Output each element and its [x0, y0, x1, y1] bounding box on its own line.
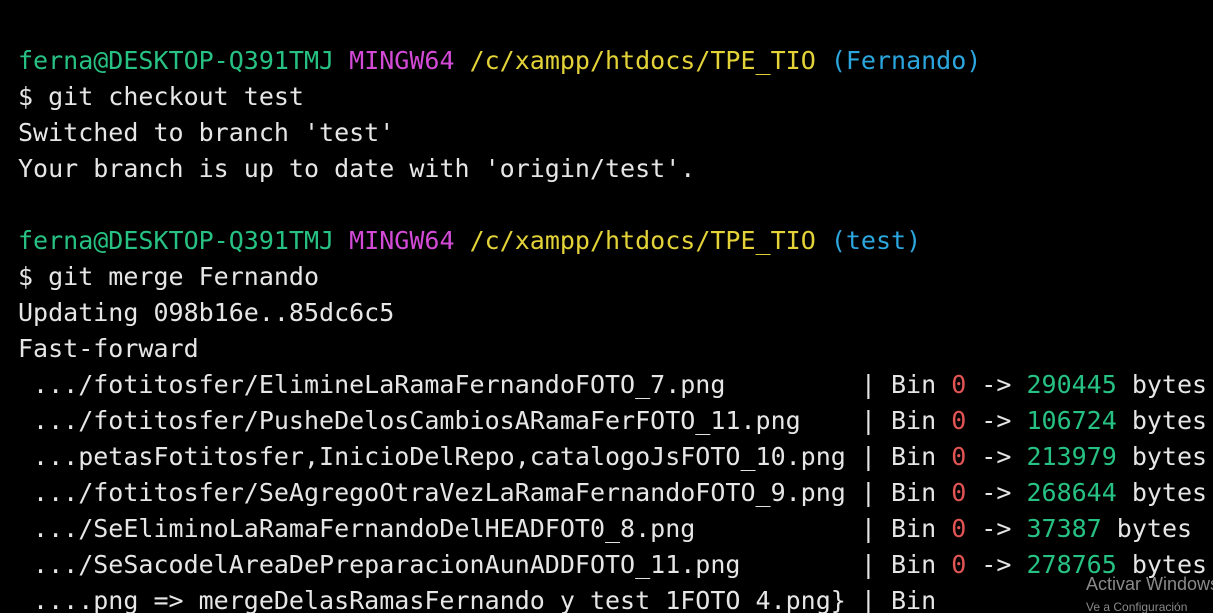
diffstat-row: .../SeEliminoLaRamaFernandoDelHEADFOT0_8… [18, 511, 1192, 547]
diffstat-bin: | Bin [860, 370, 952, 399]
diffstat-bin: | Bin [860, 406, 952, 435]
diffstat-unit: bytes [1116, 478, 1208, 507]
prompt-user-host: ferna@DESKTOP-Q391TMJ [18, 226, 335, 255]
diffstat-file: .../SeSacodelAreaDePreparacionAunADDFOTO… [18, 550, 861, 579]
diffstat-arrow: -> [966, 442, 1027, 471]
diffstat-from: 0 [951, 514, 967, 543]
diffstat-file: ....png => mergeDelasRamasFernando y tes… [18, 586, 861, 613]
diffstat-row: .../SeSacodelAreaDePreparacionAunADDFOTO… [18, 547, 1207, 583]
activation-watermark-subtitle: Ve a Configuración [1086, 600, 1188, 613]
terminal-window[interactable]: ferna@DESKTOP-Q391TMJ MINGW64 /c/xampp/h… [0, 0, 1213, 613]
diffstat-arrow: -> [966, 370, 1027, 399]
output-line: Switched to branch 'test' [18, 118, 395, 147]
diffstat-row: .../fotitosfer/PusheDelosCambiosARamaFer… [18, 403, 1207, 439]
diffstat-bin: | Bin [860, 550, 952, 579]
output-line: Your branch is up to date with 'origin/t… [18, 154, 696, 183]
diffstat-unit: bytes [1116, 406, 1208, 435]
diffstat-row: ...petasFotitosfer,InicioDelRepo,catalog… [18, 439, 1207, 475]
diffstat-file: ...petasFotitosfer,InicioDelRepo,catalog… [18, 442, 861, 471]
diffstat-arrow: -> [966, 478, 1027, 507]
diffstat-from: 0 [951, 478, 967, 507]
diffstat-from: 0 [951, 442, 967, 471]
diffstat-unit: bytes [1116, 370, 1208, 399]
diffstat-to: 37387 [1026, 514, 1102, 543]
diffstat-file: .../fotitosfer/PusheDelosCambiosARamaFer… [18, 406, 861, 435]
prompt-path: /c/xampp/htdocs/TPE_TIO [469, 226, 816, 255]
command-line: $ git merge Fernando [18, 262, 320, 291]
diffstat-bin: | Bin [860, 478, 952, 507]
command-line: $ git checkout test [18, 82, 304, 111]
diffstat-to: 290445 [1026, 370, 1117, 399]
diffstat-from: 0 [951, 406, 967, 435]
prompt-branch: (test) [830, 226, 922, 255]
prompt-user-host: ferna@DESKTOP-Q391TMJ [18, 46, 335, 75]
prompt-line: ferna@DESKTOP-Q391TMJ MINGW64 /c/xampp/h… [18, 43, 981, 79]
prompt-msystem: MINGW64 [349, 46, 455, 75]
diffstat-to: 268644 [1026, 478, 1117, 507]
diffstat-unit: bytes [1101, 514, 1193, 543]
prompt-path: /c/xampp/htdocs/TPE_TIO [469, 46, 816, 75]
output-line: Updating 098b16e..85dc6c5 [18, 298, 395, 327]
diffstat-unit: bytes [1116, 442, 1208, 471]
diffstat-row: .../fotitosfer/ElimineLaRamaFernandoFOTO… [18, 367, 1207, 403]
diffstat-from: 0 [951, 550, 967, 579]
activation-watermark-title: Activar Windows [1086, 574, 1213, 594]
prompt-branch: (Fernando) [830, 46, 982, 75]
diffstat-bin: | Bin [860, 514, 952, 543]
prompt-msystem: MINGW64 [349, 226, 455, 255]
diffstat-to: 106724 [1026, 406, 1117, 435]
diffstat-row: .../fotitosfer/SeAgregoOtraVezLaRamaFern… [18, 475, 1207, 511]
diffstat-arrow: -> [966, 550, 1027, 579]
prompt-line: ferna@DESKTOP-Q391TMJ MINGW64 /c/xampp/h… [18, 223, 921, 259]
diffstat-from: 0 [951, 370, 967, 399]
diffstat-to: 213979 [1026, 442, 1117, 471]
diffstat-row: ....png => mergeDelasRamasFernando y tes… [18, 583, 936, 613]
diffstat-arrow: -> [966, 406, 1027, 435]
diffstat-arrow: -> [966, 514, 1027, 543]
diffstat-bin: | Bin [860, 586, 937, 613]
diffstat-bin: | Bin [860, 442, 952, 471]
diffstat-file: .../fotitosfer/ElimineLaRamaFernandoFOTO… [18, 370, 861, 399]
output-line: Fast-forward [18, 334, 199, 363]
diffstat-file: .../fotitosfer/SeAgregoOtraVezLaRamaFern… [18, 478, 861, 507]
diffstat-file: .../SeEliminoLaRamaFernandoDelHEADFOT0_8… [18, 514, 861, 543]
